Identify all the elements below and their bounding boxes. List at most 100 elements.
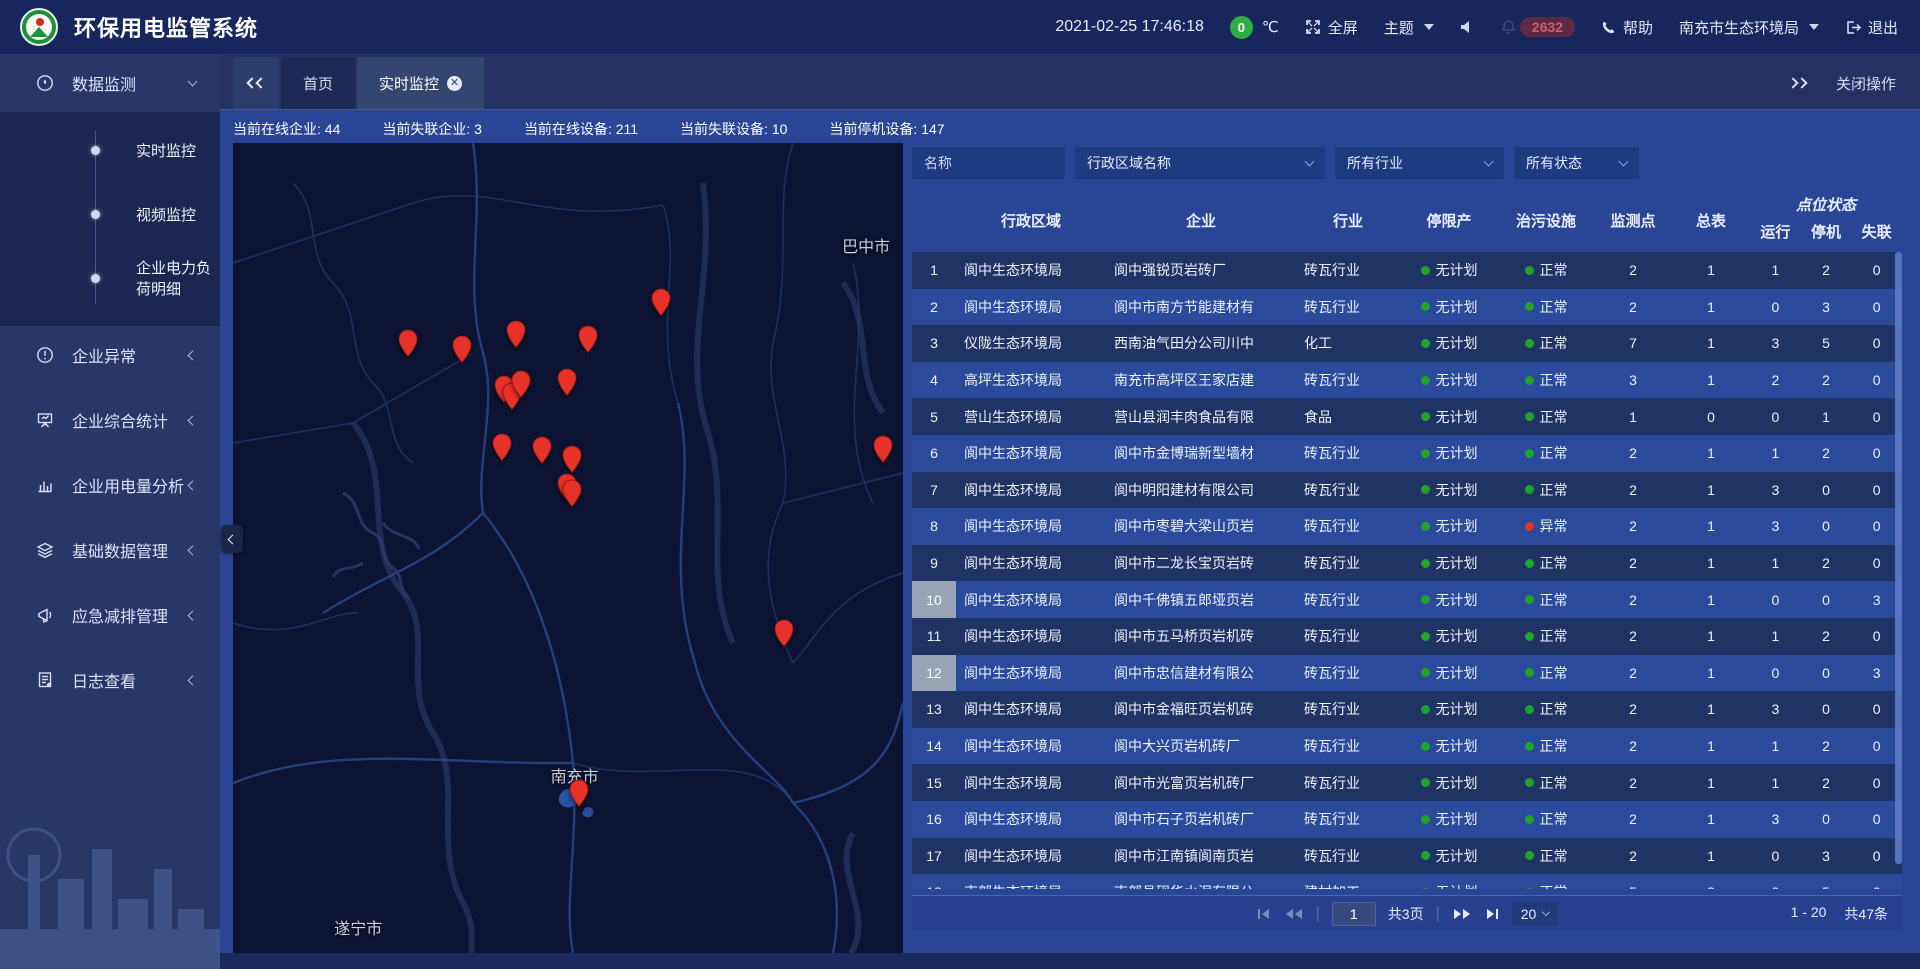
- close-icon[interactable]: ✕: [447, 76, 462, 91]
- facility-label: 正常: [1540, 663, 1568, 683]
- sidebar-subitem[interactable]: 实时监控: [0, 118, 220, 182]
- sidebar-item-0[interactable]: 数据监测: [0, 54, 220, 112]
- pagination-bar: | 1 共3页 | 20: [912, 895, 1902, 931]
- industry-filter-select[interactable]: 所有行业: [1335, 147, 1504, 179]
- sidebar-item-4[interactable]: 基础数据管理: [0, 521, 220, 579]
- sidebar-item-3[interactable]: 企业用电量分析: [0, 456, 220, 514]
- plan-label: 无计划: [1436, 882, 1478, 889]
- sidebar-item-5[interactable]: 应急减排管理: [0, 586, 220, 644]
- sidebar-item-2[interactable]: 企业综合统计: [0, 391, 220, 449]
- map-pin[interactable]: [505, 320, 526, 349]
- cell-stop: 5: [1801, 325, 1852, 362]
- map-pin[interactable]: [562, 479, 583, 508]
- table-row[interactable]: 10阆中生态环境局阆中千佛镇五郎垭页岩砖瓦行业无计划正常21003: [912, 581, 1902, 618]
- org-menu[interactable]: 南充市生态环境局: [1679, 17, 1819, 38]
- table-row[interactable]: 9阆中生态环境局阆中市二龙长宝页岩砖砖瓦行业无计划正常21120: [912, 545, 1902, 582]
- cell-company: 阆中市二龙长宝页岩砖: [1106, 545, 1296, 582]
- table-row[interactable]: 4高坪生态环境局南充市高坪区王家店建砖瓦行业无计划正常31220: [912, 362, 1902, 399]
- map-pin[interactable]: [397, 329, 418, 358]
- cell-points: 2: [1594, 691, 1672, 728]
- datetime: 2021-02-25 17:46:18: [1055, 18, 1204, 36]
- cell-meters: 1: [1672, 764, 1750, 801]
- temperature-unit: ℃: [1262, 18, 1279, 36]
- map-pin[interactable]: [872, 435, 893, 464]
- fullscreen-button[interactable]: 全屏: [1305, 17, 1358, 38]
- cell-meters: 1: [1672, 508, 1750, 545]
- table-row[interactable]: 2阆中生态环境局阆中市南方节能建材有砖瓦行业无计划正常21030: [912, 289, 1902, 326]
- map-pin[interactable]: [562, 445, 583, 474]
- table-row[interactable]: 1阆中生态环境局阆中强锐页岩砖厂砖瓦行业无计划正常21120: [912, 252, 1902, 289]
- map-pin[interactable]: [568, 779, 589, 808]
- cell-run: 1: [1750, 764, 1801, 801]
- table-row[interactable]: 14阆中生态环境局阆中大兴页岩机砖厂砖瓦行业无计划正常21120: [912, 728, 1902, 765]
- sidebar-subitem[interactable]: 企业电力负荷明细: [0, 246, 220, 310]
- table-row[interactable]: 16阆中生态环境局阆中市石子页岩机砖厂砖瓦行业无计划正常21300: [912, 801, 1902, 838]
- cell-plan-status: 无计划: [1400, 655, 1498, 692]
- status-dot-green: [1525, 888, 1534, 889]
- table-row[interactable]: 5营山生态环境局营山县润丰肉食品有限食品无计划正常10010: [912, 398, 1902, 435]
- theme-menu[interactable]: 主题: [1384, 17, 1434, 38]
- cell-meters: 1: [1672, 362, 1750, 399]
- cell-company: 营山县润丰肉食品有限: [1106, 398, 1296, 435]
- cell-region: 仪陇生态环境局: [956, 325, 1106, 362]
- table-row[interactable]: 13阆中生态环境局阆中市金福旺页岩机砖砖瓦行业无计划正常21300: [912, 691, 1902, 728]
- chevron-left-icon: [188, 545, 198, 555]
- sidebar-item-6[interactable]: 日志查看: [0, 651, 220, 709]
- tab-0[interactable]: 首页: [281, 57, 355, 109]
- table-row[interactable]: 3仪陇生态环境局西南油气田分公司川中化工无计划正常71350: [912, 325, 1902, 362]
- table-row[interactable]: 7阆中生态环境局阆中明阳建材有限公司砖瓦行业无计划正常21300: [912, 472, 1902, 509]
- name-filter-input[interactable]: 名称: [912, 147, 1065, 179]
- sidebar-subitem[interactable]: 视频监控: [0, 182, 220, 246]
- logout-button[interactable]: 退出: [1845, 17, 1898, 38]
- map-pin[interactable]: [557, 368, 578, 397]
- map-pin[interactable]: [773, 619, 794, 648]
- cell-meters: 1: [1672, 472, 1750, 509]
- table-row[interactable]: 12阆中生态环境局阆中市忠信建材有限公砖瓦行业无计划正常21003: [912, 655, 1902, 692]
- next-page-button[interactable]: [1452, 907, 1472, 921]
- map-pin[interactable]: [651, 288, 672, 317]
- page-number-input[interactable]: 1: [1332, 902, 1376, 926]
- cell-plan-status: 无计划: [1400, 728, 1498, 765]
- map-pin[interactable]: [511, 370, 532, 399]
- table-row[interactable]: 18南部生态环境局南部县砚华水泥有限公建材加工无计划正常52050: [912, 874, 1902, 889]
- table-scrollbar[interactable]: [1895, 252, 1902, 864]
- cell-company: 阆中市枣碧大梁山页岩: [1106, 508, 1296, 545]
- sidebar: 数据监测实时监控视频监控企业电力负荷明细企业异常企业综合统计企业用电量分析基础数…: [0, 54, 220, 969]
- sidebar-item-1[interactable]: 企业异常: [0, 326, 220, 384]
- status-dot-green: [1421, 559, 1430, 568]
- status-dot-green: [1525, 668, 1534, 677]
- last-page-button[interactable]: [1484, 907, 1500, 921]
- cell-stop: 0: [1801, 472, 1852, 509]
- table-row[interactable]: 11阆中生态环境局阆中市五马桥页岩机砖砖瓦行业无计划正常21120: [912, 618, 1902, 655]
- facility-label: 正常: [1540, 553, 1568, 573]
- bullet-icon: [91, 210, 100, 219]
- tab-1[interactable]: 实时监控✕: [357, 57, 484, 109]
- prev-page-button[interactable]: [1284, 907, 1304, 921]
- map-pin[interactable]: [531, 436, 552, 465]
- map-pin[interactable]: [491, 433, 512, 462]
- status-filter-select[interactable]: 所有状态: [1514, 147, 1639, 179]
- map-panel[interactable]: 巴中市南充市遂宁市: [233, 143, 903, 953]
- cell-plan-status: 无计划: [1400, 508, 1498, 545]
- table-row[interactable]: 17阆中生态环境局阆中市江南镇阆南页岩砖瓦行业无计划正常21030: [912, 838, 1902, 875]
- close-operations-button[interactable]: 关闭操作: [1836, 73, 1896, 94]
- sidebar-submenu: 实时监控视频监控企业电力负荷明细: [0, 112, 220, 326]
- table-row[interactable]: 15阆中生态环境局阆中市光富页岩机砖厂砖瓦行业无计划正常21120: [912, 764, 1902, 801]
- status-dot-green: [1421, 266, 1430, 275]
- notifications[interactable]: 2632: [1501, 17, 1575, 37]
- help-button[interactable]: 帮助: [1601, 17, 1653, 38]
- map-pin[interactable]: [452, 335, 473, 364]
- tabs-scroll-left-button[interactable]: [233, 57, 279, 109]
- status-dot-green: [1525, 339, 1534, 348]
- map-pin[interactable]: [578, 325, 599, 354]
- table-row[interactable]: 6阆中生态环境局阆中市金博瑞新型墙材砖瓦行业无计划正常21120: [912, 435, 1902, 472]
- table-row[interactable]: 8阆中生态环境局阆中市枣碧大梁山页岩砖瓦行业无计划异常21300: [912, 508, 1902, 545]
- cell-facility-status: 异常: [1498, 508, 1594, 545]
- region-filter-select[interactable]: 行政区域名称: [1075, 147, 1325, 179]
- tabs-scroll-right-button[interactable]: [1789, 79, 1806, 87]
- sidebar-subitem-label: 企业电力负荷明细: [136, 257, 220, 299]
- page-size-select[interactable]: 20: [1512, 902, 1559, 926]
- first-page-button[interactable]: [1256, 907, 1272, 921]
- map-collapse-handle[interactable]: [221, 525, 243, 553]
- sound-button[interactable]: [1460, 20, 1475, 34]
